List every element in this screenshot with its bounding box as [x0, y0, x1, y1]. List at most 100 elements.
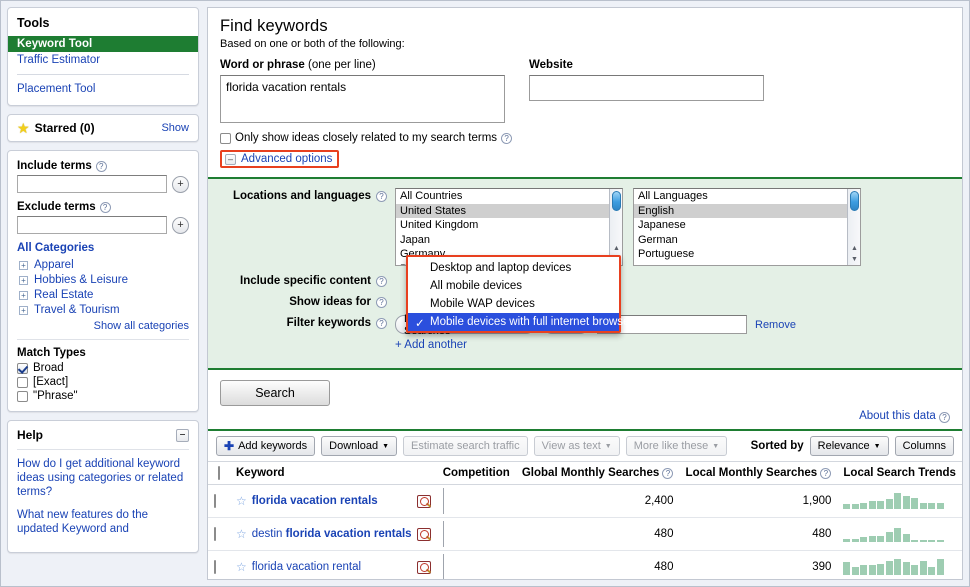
scrollbar-thumb[interactable]	[612, 191, 621, 211]
exclude-terms-input[interactable]	[17, 216, 167, 234]
device-option-wap[interactable]: Mobile WAP devices	[408, 295, 619, 313]
languages-scrollbar[interactable]: ▲ ▼	[847, 189, 860, 265]
checkbox-icon[interactable]	[17, 391, 28, 402]
add-keywords-button[interactable]: ✚ Add keywords	[216, 436, 315, 456]
country-option[interactable]: Japan	[396, 233, 622, 248]
star-outline-icon[interactable]: ☆	[236, 527, 247, 541]
columns-button[interactable]: Columns	[895, 436, 954, 456]
help-link[interactable]: How do I get additional keyword ideas us…	[17, 457, 189, 499]
include-terms-input[interactable]	[17, 175, 167, 193]
country-option[interactable]: All Countries	[396, 189, 622, 204]
match-type-broad[interactable]: Broad	[17, 362, 189, 374]
checkbox-icon[interactable]	[214, 527, 216, 541]
keyword-link[interactable]: florida vacation rentals	[252, 495, 378, 507]
help-icon[interactable]: ?	[501, 133, 512, 144]
countries-scrollbar[interactable]: ▲ ▼	[609, 189, 622, 265]
show-all-categories-link[interactable]: Show all categories	[94, 320, 189, 332]
category-item-hobbies-leisure[interactable]: + Hobbies & Leisure	[19, 274, 189, 286]
languages-listbox[interactable]: All Languages English Japanese German Po…	[633, 188, 861, 266]
help-icon[interactable]: ?	[376, 318, 387, 329]
scroll-up-icon[interactable]: ▲	[612, 245, 621, 252]
competition-cell	[437, 485, 516, 518]
trend-bar	[877, 564, 884, 575]
trend-bar	[937, 540, 944, 542]
keyword-link[interactable]: florida vacation rental	[252, 561, 361, 573]
language-option-selected[interactable]: English	[634, 204, 860, 219]
help-icon[interactable]: ?	[376, 191, 387, 202]
country-option-selected[interactable]: United States	[396, 204, 622, 219]
advanced-options-link[interactable]: Advanced options	[241, 153, 332, 165]
help-link[interactable]: What new features do the updated Keyword…	[17, 508, 189, 536]
star-outline-icon[interactable]: ☆	[236, 494, 247, 508]
help-icon[interactable]: ?	[376, 276, 387, 287]
language-option[interactable]: Portuguese	[634, 247, 860, 262]
about-this-data-link[interactable]: About this data	[859, 410, 936, 422]
all-categories-link[interactable]: All Categories	[17, 242, 189, 254]
help-icon[interactable]: ?	[939, 412, 950, 423]
sidebar-item-placement-tool[interactable]: Placement Tool	[8, 81, 198, 97]
checkbox-icon[interactable]	[220, 133, 231, 144]
help-icon[interactable]: ?	[96, 161, 107, 172]
filters-divider	[17, 339, 189, 340]
table-row[interactable]: ☆florida vacation rentals2,4001,900	[208, 485, 962, 518]
match-type-exact[interactable]: [Exact]	[17, 376, 189, 388]
checkbox-icon[interactable]	[214, 560, 216, 574]
expand-icon[interactable]: +	[19, 306, 28, 315]
scroll-up-icon[interactable]: ▲	[850, 245, 859, 252]
device-dropdown-menu[interactable]: Desktop and laptop devices All mobile de…	[406, 255, 621, 333]
starred-show-link[interactable]: Show	[161, 122, 189, 134]
checkbox-icon[interactable]	[17, 363, 28, 374]
trend-cell	[837, 518, 962, 551]
table-row[interactable]: ☆florida vacation rental480390	[208, 551, 962, 581]
scrollbar-thumb[interactable]	[850, 191, 859, 211]
device-option-full-browser[interactable]: Mobile devices with full internet browse…	[408, 313, 619, 331]
download-button[interactable]: Download ▼	[321, 436, 397, 456]
advanced-options-toggle[interactable]: – Advanced options	[220, 150, 339, 168]
keyword-link[interactable]: destin florida vacation rentals	[252, 528, 412, 540]
collapse-icon[interactable]: –	[225, 154, 236, 165]
expand-icon[interactable]: +	[19, 276, 28, 285]
search-icon[interactable]	[417, 528, 431, 541]
language-option[interactable]: All Languages	[634, 189, 860, 204]
device-option-all-mobile[interactable]: All mobile devices	[408, 277, 619, 295]
category-item-apparel[interactable]: + Apparel	[19, 259, 189, 271]
language-option[interactable]: German	[634, 233, 860, 248]
add-another-filter-link[interactable]: + Add another	[395, 339, 796, 351]
exclude-terms-add-button[interactable]: +	[172, 217, 189, 234]
only-show-related-row[interactable]: Only show ideas closely related to my se…	[220, 132, 950, 144]
search-icon[interactable]	[417, 495, 431, 508]
checkbox-icon[interactable]	[218, 466, 220, 480]
expand-icon[interactable]: +	[19, 291, 28, 300]
keyword-textarea[interactable]: florida vacation rentals	[220, 75, 505, 123]
collapse-icon[interactable]: –	[176, 429, 189, 442]
search-button[interactable]: Search	[220, 380, 330, 406]
help-icon[interactable]: ?	[662, 468, 673, 479]
category-item-real-estate[interactable]: + Real Estate	[19, 289, 189, 301]
language-option[interactable]: Japanese	[634, 218, 860, 233]
sorted-by-button[interactable]: Relevance ▼	[810, 436, 889, 456]
scroll-down-icon[interactable]: ▼	[850, 256, 859, 263]
about-data-row: About this data ?	[208, 410, 962, 429]
table-row[interactable]: ☆destin florida vacation rentals480480	[208, 518, 962, 551]
device-option-desktop[interactable]: Desktop and laptop devices	[408, 259, 619, 277]
category-item-travel-tourism[interactable]: + Travel & Tourism	[19, 304, 189, 316]
match-type-phrase[interactable]: "Phrase"	[17, 390, 189, 402]
star-outline-icon[interactable]: ☆	[236, 560, 247, 574]
website-column: Website	[529, 59, 764, 123]
search-icon[interactable]	[417, 561, 431, 574]
website-input[interactable]	[529, 75, 764, 101]
help-icon[interactable]: ?	[376, 297, 387, 308]
sidebar-item-keyword-tool[interactable]: Keyword Tool	[8, 36, 198, 52]
include-terms-add-button[interactable]: +	[172, 176, 189, 193]
country-option[interactable]: United Kingdom	[396, 218, 622, 233]
expand-icon[interactable]: +	[19, 261, 28, 270]
checkbox-icon[interactable]	[17, 377, 28, 388]
checkbox-icon[interactable]	[214, 494, 216, 508]
filter-keywords-label: Filter keywords ?	[220, 315, 395, 329]
filter-remove-link[interactable]: Remove	[755, 319, 796, 331]
help-icon[interactable]: ?	[820, 468, 831, 479]
sidebar-item-traffic-estimator[interactable]: Traffic Estimator	[8, 52, 198, 68]
starred-card: ★ Starred (0) Show	[7, 114, 199, 142]
trend-bar	[886, 561, 893, 575]
help-icon[interactable]: ?	[100, 202, 111, 213]
